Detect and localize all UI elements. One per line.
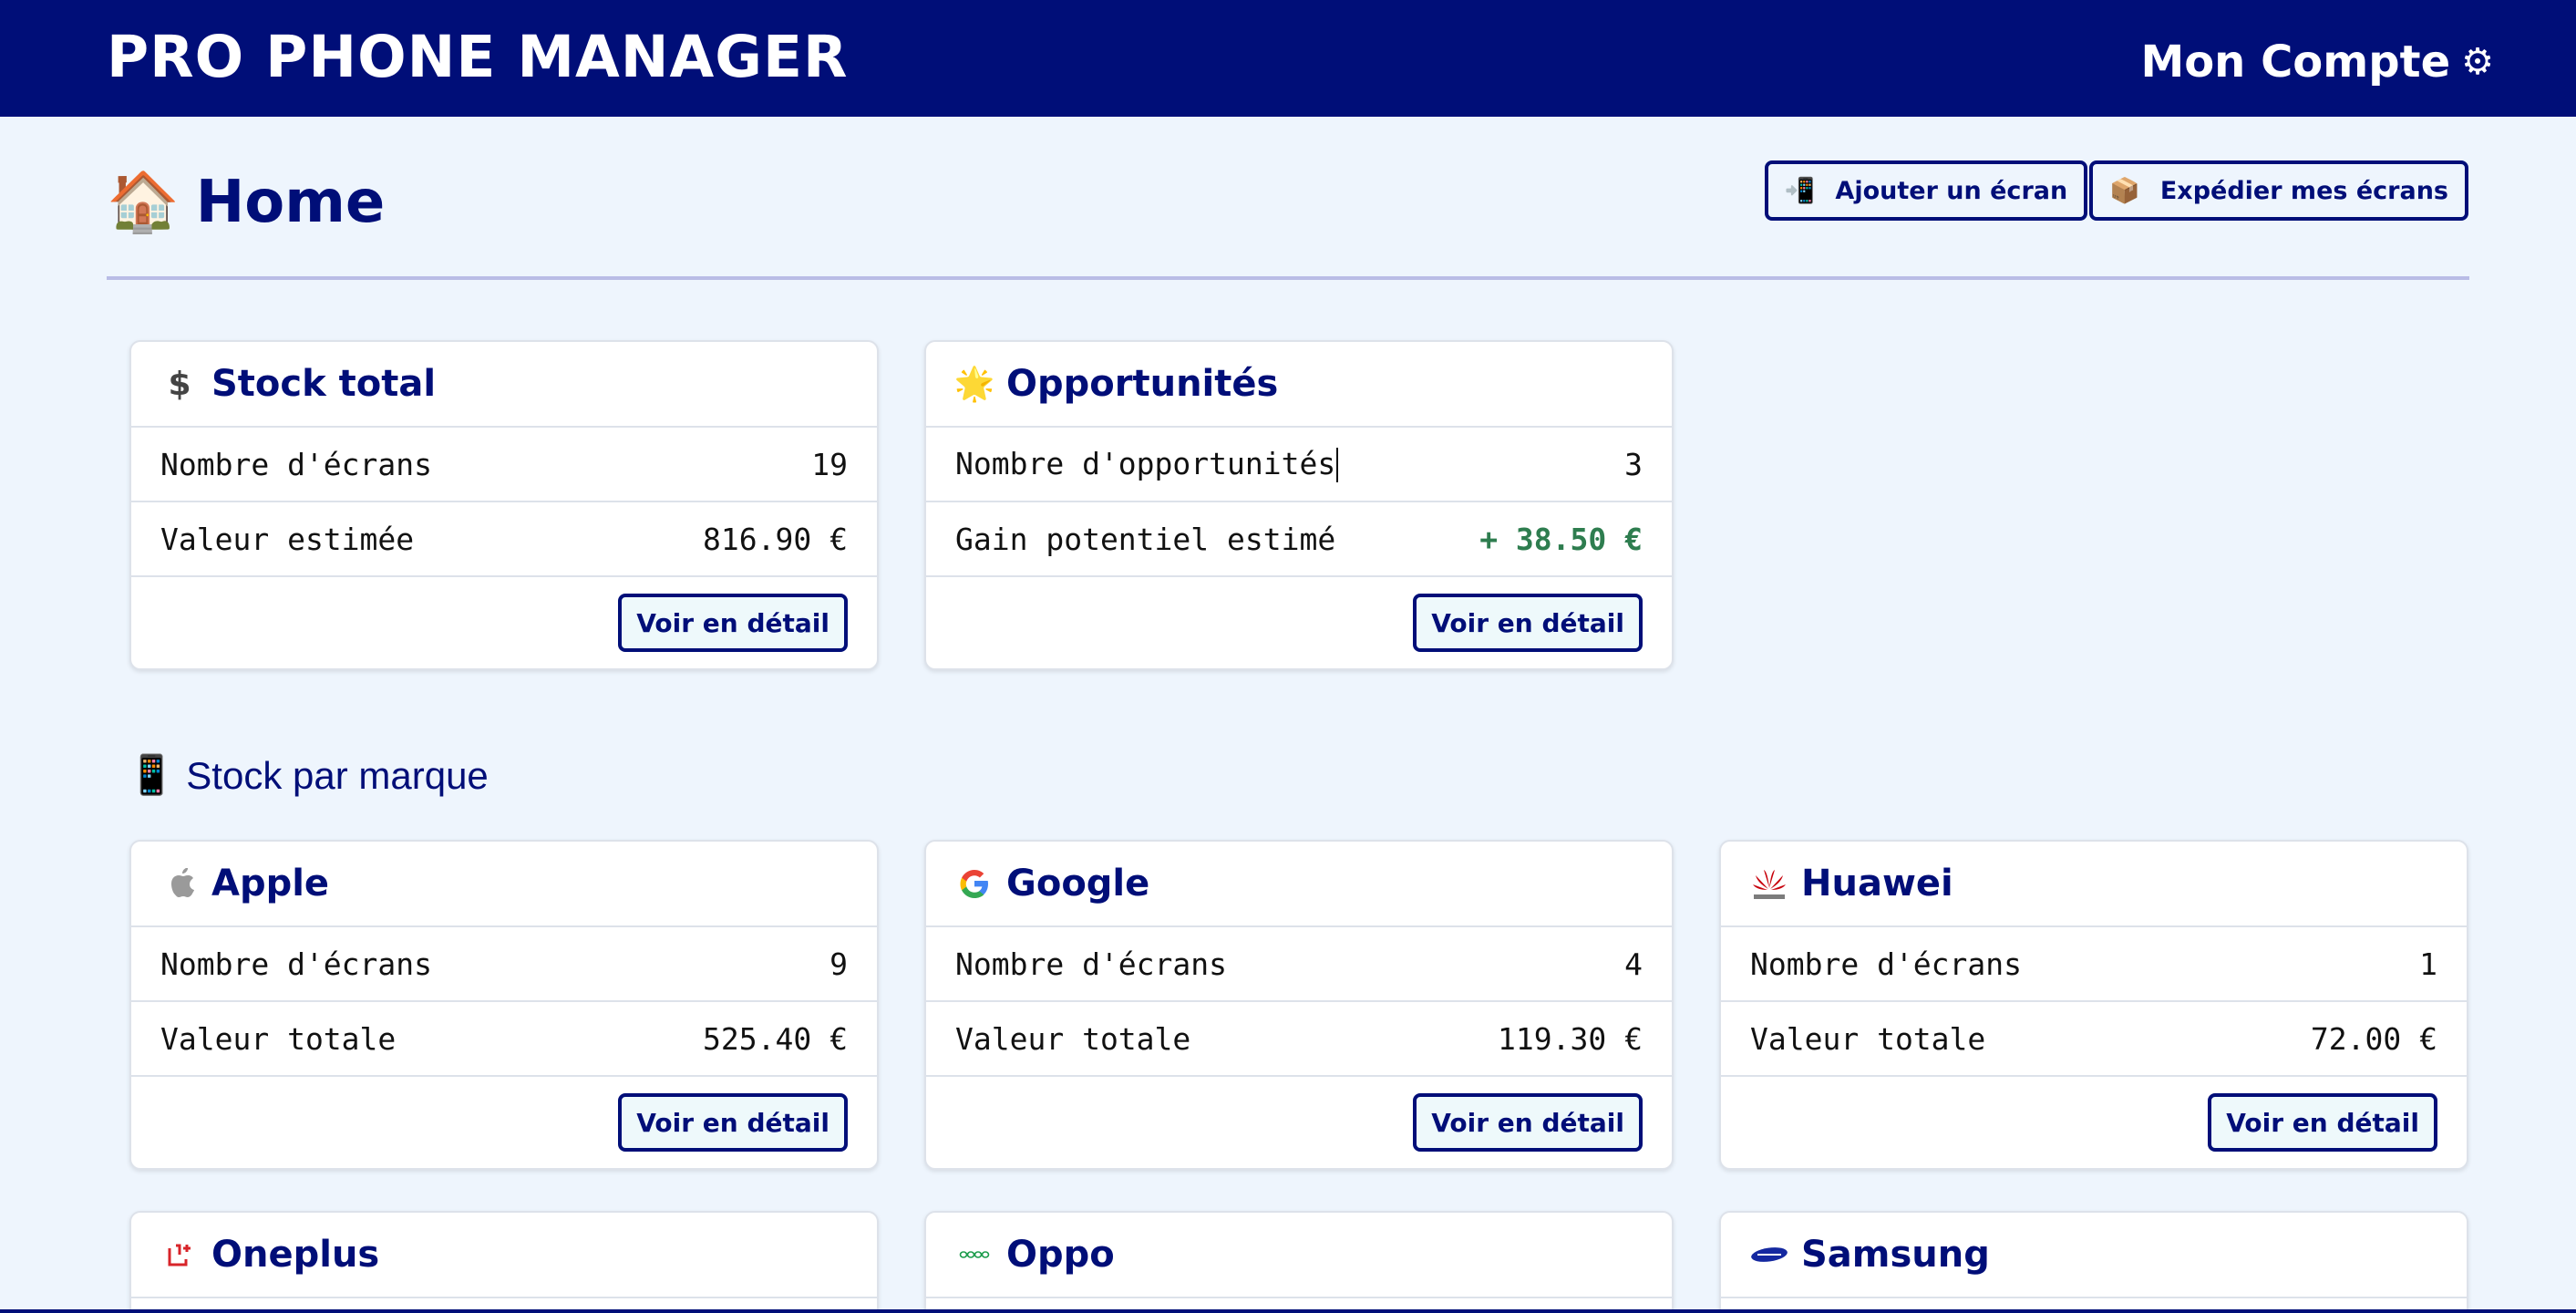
opportunities-card: 🌟 Opportunités Nombre d'opportunités 3 G… [924,340,1674,670]
apple-icon [160,865,199,902]
gear-icon: ⚙ [2461,41,2494,83]
stat-label: Nombre d'écrans [1750,946,2023,982]
stat-row: Valeur totale 72.00 € [1721,1002,2467,1077]
oneplus-icon [160,1241,199,1268]
header-actions: 📲 Ajouter un écran 📦 Expédier mes écrans [1764,160,2468,221]
card-footer: Voir en détail [1721,1077,2467,1168]
stat-row: Gain potentiel estimé + 38.50 € [926,502,1672,577]
stat-value: 119.30 € [1498,1020,1643,1057]
stat-value: 1 [2419,946,2437,982]
view-detail-button[interactable]: Voir en détail [1413,594,1643,652]
view-detail-button[interactable]: Voir en détail [618,594,848,652]
stat-value: 525.40 € [703,1020,848,1057]
card-title: Oppo [1006,1234,1115,1276]
stat-label-wrap: Nombre d'opportunités [955,445,1339,483]
brand-card-google: Google Nombre d'écrans 4 Valeur totale 1… [924,840,1674,1170]
stat-row: Nombre d'écrans 9 [131,927,877,1002]
account-label: Mon Compte [2140,36,2451,88]
stat-label: Valeur estimée [160,521,415,557]
brand-card-huawei: Huawei Nombre d'écrans 1 Valeur totale 7… [1719,840,2468,1170]
google-icon [955,866,994,901]
card-title: Samsung [1801,1234,1990,1276]
stat-value: 4 [1624,946,1643,982]
samsung-icon [1750,1246,1788,1263]
home-icon: 🏠 [107,169,180,236]
brands-section-title: 📱 Stock par marque [128,753,489,798]
page-title: 🏠 Home [107,168,386,237]
section-title-text: Stock par marque [186,753,489,797]
huawei-icon [1750,864,1788,903]
card-footer: Voir en détail [131,1077,877,1168]
card-header: 🌟 Opportunités [926,342,1672,428]
add-screen-label: Ajouter un écran [1835,176,2068,205]
ship-screens-button[interactable]: 📦 Expédier mes écrans [2089,160,2468,221]
bottom-border [0,1309,2576,1313]
stat-row: Nombre d'écrans 1 [1721,927,2467,1002]
brand-card-samsung: Samsung [1719,1211,2468,1313]
view-detail-button[interactable]: Voir en détail [2208,1093,2437,1152]
stat-row: Valeur estimée 816.90 € [131,502,877,577]
stat-value: 3 [1624,446,1643,482]
stat-value: 816.90 € [703,521,848,557]
app-title[interactable]: PRO PHONE MANAGER [107,24,849,90]
card-title: Opportunités [1006,363,1279,405]
stat-value: 9 [829,946,848,982]
package-icon: 📦 [2109,177,2140,205]
gain-value: + 38.50 € [1479,521,1643,557]
stat-label: Valeur totale [1750,1020,1986,1057]
top-navbar: PRO PHONE MANAGER Mon Compte ⚙ [0,0,2576,117]
stat-label: Valeur totale [160,1020,397,1057]
stat-row: Valeur totale 525.40 € [131,1002,877,1077]
add-screen-button[interactable]: 📲 Ajouter un écran [1764,160,2088,221]
card-header: Oppo [926,1213,1672,1298]
card-header: Apple [131,842,877,927]
mobile-phone-icon: 📱 [128,753,176,796]
view-detail-button[interactable]: Voir en détail [1413,1093,1643,1152]
card-footer: Voir en détail [131,577,877,668]
view-detail-button[interactable]: Voir en détail [618,1093,848,1152]
brand-card-oneplus: Oneplus [129,1211,879,1313]
stat-label: Gain potentiel estimé [955,521,1336,557]
stat-row: Nombre d'écrans 4 [926,927,1672,1002]
card-footer: Voir en détail [926,1077,1672,1168]
phone-arrow-icon: 📲 [1784,177,1816,205]
card-header: Google [926,842,1672,927]
card-header: Huawei [1721,842,2467,927]
card-title: Huawei [1801,863,1953,905]
oppo-icon [955,1248,994,1261]
card-header: Samsung [1721,1213,2467,1298]
header-divider [107,276,2469,280]
dollar-icon: $ [168,365,191,403]
card-title: Google [1006,863,1150,905]
brand-card-oppo: Oppo [924,1211,1674,1313]
stat-label: Nombre d'écrans [160,446,433,482]
card-header: Oneplus [131,1213,877,1298]
card-title: Apple [211,863,330,905]
stat-label: Valeur totale [955,1020,1191,1057]
stat-label: Nombre d'écrans [955,946,1228,982]
stat-row: Nombre d'écrans 19 [131,428,877,502]
stat-row: Valeur totale 119.30 € [926,1002,1672,1077]
account-menu-button[interactable]: Mon Compte ⚙ [2140,36,2494,88]
stat-row: Nombre d'opportunités 3 [926,428,1672,502]
card-header: $ Stock total [131,342,877,428]
text-cursor [1336,448,1339,483]
page-title-text: Home [195,168,386,236]
ship-screens-label: Expédier mes écrans [2159,176,2448,205]
card-footer: Voir en détail [926,577,1672,668]
card-title: Oneplus [211,1234,380,1276]
stat-value: 19 [811,446,848,482]
brand-card-apple: Apple Nombre d'écrans 9 Valeur totale 52… [129,840,879,1170]
star-icon: 🌟 [953,366,995,403]
stat-label: Nombre d'écrans [160,946,433,982]
stock-total-card: $ Stock total Nombre d'écrans 19 Valeur … [129,340,879,670]
card-title: Stock total [211,363,437,405]
stat-value: 72.00 € [2310,1020,2437,1057]
stat-label: Nombre d'opportunités [955,445,1336,481]
